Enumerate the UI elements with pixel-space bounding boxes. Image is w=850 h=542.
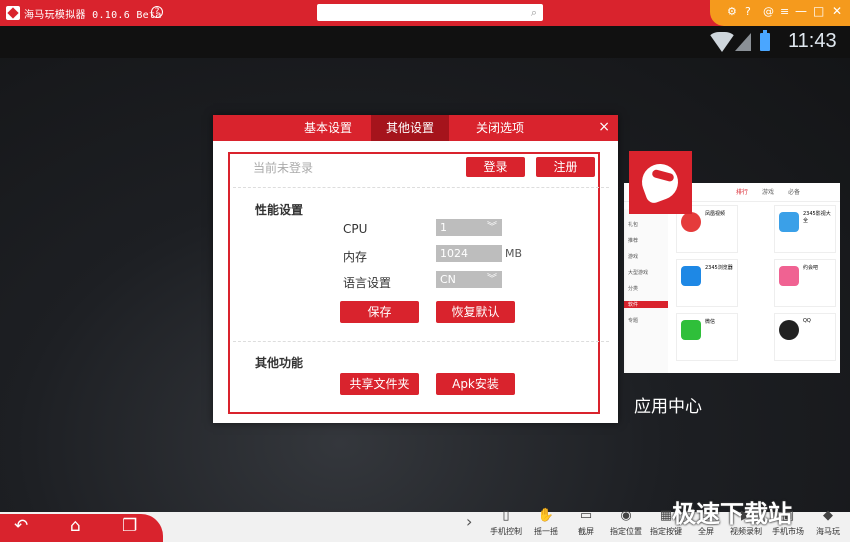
settings-tabs: 基本设置 其他设置 关闭选项 ×: [213, 115, 618, 141]
title-bar: 海马玩模拟器 0.10.6 Beta ? ⌕ ⚙ ? @ ≡ — □ ✕: [0, 0, 850, 26]
tab-other-settings[interactable]: 其他设置: [371, 115, 449, 141]
2345-video-icon: [779, 212, 799, 232]
login-button[interactable]: 登录: [466, 157, 525, 177]
search-input[interactable]: ⌕: [317, 4, 543, 21]
tool-location[interactable]: ◉ 指定位置: [606, 506, 646, 537]
divider: [233, 341, 609, 342]
tool-phone-control[interactable]: ▯ 手机控制: [486, 506, 526, 537]
sidebar-item[interactable]: 软件: [624, 301, 668, 308]
tool-label: 海马玩: [816, 527, 840, 536]
back-icon[interactable]: ↶: [14, 516, 28, 536]
apk-install-button[interactable]: Apk安装: [436, 373, 515, 395]
2345-browser-icon: [681, 266, 701, 286]
wifi-icon: [708, 32, 736, 52]
app-name: 凤凰视频: [705, 211, 726, 217]
tool-label: 手机控制: [490, 527, 522, 536]
app-tile[interactable]: 2345浏览器: [676, 259, 738, 307]
app-tile[interactable]: QQ: [774, 313, 836, 361]
save-button[interactable]: 保存: [340, 301, 419, 323]
app-tile[interactable]: 2345影视大全: [774, 205, 836, 253]
memory-unit: MB: [505, 247, 523, 260]
memory-label: 内存: [343, 250, 368, 264]
share-folder-button[interactable]: 共享文件夹: [340, 373, 419, 395]
recent-apps-icon[interactable]: ❐: [122, 516, 137, 536]
settings-dialog: 基本设置 其他设置 关闭选项 × 当前未登录 登录 注册 性能设置 CPU 1 …: [213, 115, 618, 423]
register-button[interactable]: 注册: [536, 157, 595, 177]
sidebar-item[interactable]: 分类: [628, 285, 638, 292]
sidebar-item[interactable]: 大型游戏: [628, 269, 648, 276]
tab-close-options[interactable]: 关闭选项: [461, 115, 539, 141]
app-logo-icon: [6, 6, 20, 20]
sidebar-item[interactable]: 专题: [628, 317, 638, 324]
chevron-down-icon: ︾: [487, 274, 497, 285]
home-icon[interactable]: ⌂: [70, 516, 81, 536]
language-value: CN: [440, 273, 456, 286]
minimize-button[interactable]: —: [795, 4, 807, 18]
tool-label: 摇一摇: [534, 527, 558, 536]
at-icon[interactable]: @: [763, 5, 774, 18]
wechat-icon: [681, 320, 701, 340]
app-center-logo-icon[interactable]: [629, 151, 692, 214]
app-center-tab[interactable]: 排行: [736, 187, 748, 196]
window-title: 海马玩模拟器 0.10.6 Beta: [24, 10, 162, 21]
tool-haima[interactable]: ◆ 海马玩: [808, 506, 848, 537]
shake-icon: ✋: [537, 508, 555, 523]
location-icon: ◉: [620, 508, 632, 523]
version-info-icon[interactable]: ?: [151, 6, 163, 18]
help-icon[interactable]: ?: [745, 5, 751, 18]
app-center-label[interactable]: 应用中心: [634, 392, 702, 417]
sidebar-item[interactable]: 推荐: [628, 237, 638, 244]
app-center-tab[interactable]: 游戏: [762, 187, 774, 196]
dating-icon: [779, 266, 799, 286]
cpu-value: 1: [440, 221, 447, 234]
login-status: 当前未登录: [253, 161, 314, 175]
tool-label: 指定位置: [610, 527, 642, 536]
cpu-label: CPU: [343, 222, 368, 236]
close-icon[interactable]: ×: [598, 119, 610, 135]
app-tile[interactable]: 约会吧: [774, 259, 836, 307]
search-icon[interactable]: ⌕: [531, 6, 537, 20]
gear-icon[interactable]: ⚙: [727, 5, 737, 18]
haima-icon: ◆: [823, 508, 833, 523]
app-name: 微信: [705, 319, 716, 325]
signal-icon: [735, 33, 751, 51]
memory-input[interactable]: 1024: [436, 245, 502, 262]
app-name: 约会吧: [803, 265, 819, 271]
app-name: QQ: [803, 318, 811, 324]
screenshot-icon: ▭: [579, 508, 593, 523]
divider: [233, 187, 609, 188]
tool-label: 截屏: [578, 527, 594, 536]
memory-value: 1024: [440, 247, 468, 260]
sidebar-item[interactable]: 游戏: [628, 253, 638, 260]
phone-icon: ▯: [502, 508, 510, 523]
close-button[interactable]: ✕: [832, 4, 842, 18]
watermark: 极速下载站: [672, 500, 792, 528]
menu-icon[interactable]: ≡: [780, 5, 789, 18]
other-functions-title: 其他功能: [255, 356, 304, 370]
language-label: 语言设置: [343, 276, 392, 290]
clock: 11:43: [788, 30, 837, 52]
app-name: 2345浏览器: [705, 265, 733, 271]
language-select[interactable]: CN ︾: [436, 271, 502, 288]
maximize-button[interactable]: □: [813, 4, 824, 18]
tool-shake[interactable]: ✋ 摇一摇: [526, 506, 566, 537]
sidebar-item[interactable]: 礼包: [628, 221, 638, 228]
tab-basic-settings[interactable]: 基本设置: [289, 115, 367, 141]
battery-icon: [760, 30, 770, 51]
chevron-right-icon[interactable]: ›: [466, 512, 472, 531]
app-name: 2345影视大全: [803, 211, 831, 224]
app-center-tab[interactable]: 必备: [788, 187, 800, 196]
qq-icon: [779, 320, 799, 340]
cpu-select[interactable]: 1 ︾: [436, 219, 502, 236]
chevron-down-icon: ︾: [487, 222, 497, 233]
tool-screenshot[interactable]: ▭ 截屏: [566, 506, 606, 537]
fenghuang-icon: [681, 212, 701, 232]
app-center-sidebar: 礼包 推荐 游戏 大型游戏 分类 软件 专题: [624, 209, 668, 373]
performance-settings-title: 性能设置: [255, 203, 304, 217]
restore-default-button[interactable]: 恢复默认: [436, 301, 515, 323]
app-tile[interactable]: 微信: [676, 313, 738, 361]
